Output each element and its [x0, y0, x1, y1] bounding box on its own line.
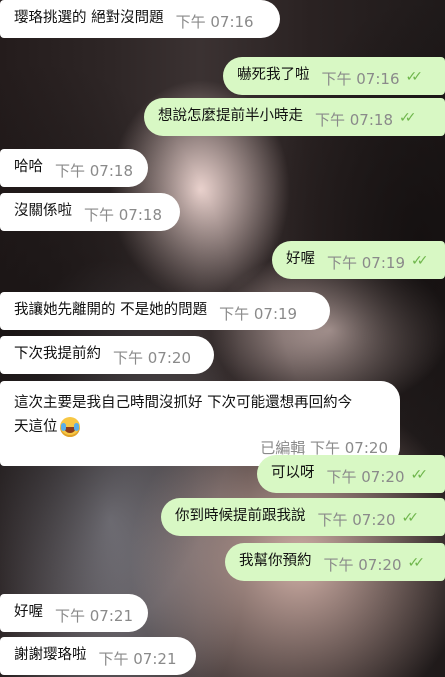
message-bubble-outgoing[interactable]: 可以呀 下午 07:20 ✓✓	[257, 455, 445, 493]
message-text: 嚇死我了啦	[237, 67, 310, 83]
message-time: 下午 07:21	[55, 607, 133, 625]
message-text: 謝謝璎珞啦	[14, 647, 87, 663]
message-text: 哈哈	[14, 159, 43, 175]
read-receipt-icon: ✓✓	[401, 510, 420, 526]
message-bubble-incoming[interactable]: 下次我提前約 下午 07:20	[0, 336, 214, 374]
read-receipt-icon: ✓✓	[407, 555, 426, 571]
message-time: 下午 07:20	[113, 349, 191, 367]
message-time: 下午 07:16	[175, 13, 254, 31]
message-text: 好喔	[14, 604, 43, 620]
message-bubble-incoming[interactable]: 好喔 下午 07:21	[0, 594, 148, 632]
message-time: 下午 07:18	[84, 206, 162, 224]
message-time: 下午 07:16	[321, 70, 400, 88]
message-bubble-incoming[interactable]: 哈哈 下午 07:18	[0, 149, 148, 187]
message-text: 想說怎麼提前半小時走	[158, 108, 303, 124]
message-text: 我幫你預約	[239, 553, 312, 569]
message-time: 下午 07:18	[315, 111, 393, 129]
message-bubble-incoming[interactable]: 我讓她先離開的 不是她的問題 下午 07:19	[0, 292, 330, 330]
message-text: 可以呀	[271, 465, 315, 481]
read-receipt-icon: ✓✓	[405, 69, 424, 85]
message-text: 好喔	[286, 251, 315, 267]
read-receipt-icon: ✓✓	[399, 110, 417, 126]
message-text: 這次主要是我自己時間沒抓好 下次可能還想再回約今 天這位	[14, 395, 353, 437]
read-receipt-icon: ✓✓	[411, 253, 429, 269]
message-text: 璎珞挑選的 絕對沒問題	[14, 10, 164, 26]
message-text: 下次我提前約	[14, 346, 101, 362]
message-bubble-outgoing[interactable]: 我幫你預約 下午 07:20 ✓✓	[225, 543, 445, 581]
message-text: 我讓她先離開的 不是她的問題	[14, 302, 208, 318]
message-bubble-outgoing[interactable]: 想說怎麼提前半小時走 下午 07:18 ✓✓	[144, 98, 445, 136]
message-bubble-incoming[interactable]: 這次主要是我自己時間沒抓好 下次可能還想再回約今 天這位 已編輯 下午 07:20	[0, 381, 400, 466]
message-time: 下午 07:21	[98, 650, 177, 668]
message-bubble-outgoing[interactable]: 你到時候提前跟我說 下午 07:20 ✓✓	[161, 498, 445, 536]
message-time: 下午 07:19	[219, 305, 298, 323]
tears-of-joy-emoji-icon	[59, 417, 80, 437]
message-bubble-incoming[interactable]: 璎珞挑選的 絕對沒問題 下午 07:16	[0, 0, 280, 38]
message-time: 下午 07:19	[327, 254, 405, 272]
read-receipt-icon: ✓✓	[410, 467, 429, 483]
message-bubble-incoming[interactable]: 謝謝璎珞啦 下午 07:21	[0, 637, 196, 675]
message-time: 下午 07:20	[326, 468, 405, 486]
message-bubble-outgoing[interactable]: 嚇死我了啦 下午 07:16 ✓✓	[223, 57, 445, 95]
message-time: 下午 07:18	[55, 162, 133, 180]
message-text: 你到時候提前跟我說	[175, 508, 306, 524]
message-time: 下午 07:20	[317, 511, 396, 529]
message-bubble-incoming[interactable]: 沒關係啦 下午 07:18	[0, 193, 180, 231]
message-text: 沒關係啦	[14, 203, 72, 219]
message-time: 下午 07:20	[323, 556, 402, 574]
message-bubble-outgoing[interactable]: 好喔 下午 07:19 ✓✓	[272, 241, 445, 279]
